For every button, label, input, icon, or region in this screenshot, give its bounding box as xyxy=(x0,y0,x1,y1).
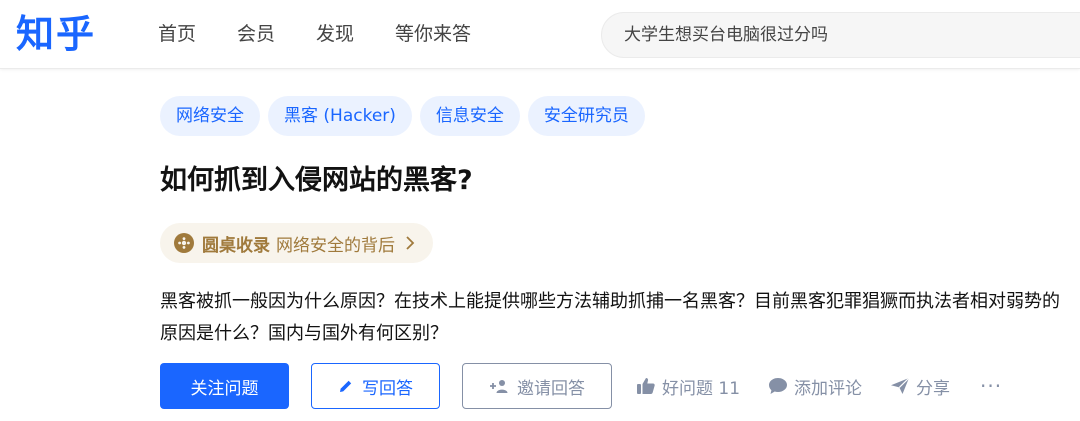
nav-item-membership[interactable]: 会员 xyxy=(237,20,275,48)
roundtable-link[interactable]: 圆桌收录 网络安全的背后 xyxy=(160,223,433,263)
zhihu-logo[interactable]: 知乎 xyxy=(16,10,96,58)
topic-tags: 网络安全 黑客 (Hacker) 信息安全 安全研究员 xyxy=(160,96,653,136)
invite-answer-label: 邀请回答 xyxy=(517,378,585,399)
pencil-icon xyxy=(338,378,354,394)
roundtable-icon xyxy=(174,233,194,253)
more-options-icon[interactable]: ··· xyxy=(980,374,1002,398)
share-label: 分享 xyxy=(916,378,951,399)
topic-tag-information-security[interactable]: 信息安全 xyxy=(419,96,520,136)
good-question-label: 好问题 11 xyxy=(662,378,741,399)
search-input[interactable] xyxy=(624,13,1064,57)
comment-icon xyxy=(768,377,788,395)
nav-item-home[interactable]: 首页 xyxy=(158,20,196,48)
search-box xyxy=(601,12,1080,58)
main-nav: 首页 会员 发现 等你来答 xyxy=(158,20,471,48)
topic-tag-hacker[interactable]: 黑客 (Hacker) xyxy=(268,96,412,136)
follow-question-label: 关注问题 xyxy=(190,378,259,399)
share-button[interactable]: 分享 xyxy=(890,374,950,399)
question-title: 如何抓到入侵网站的黑客? xyxy=(160,165,473,196)
write-answer-label: 写回答 xyxy=(362,378,413,399)
add-comment-label: 添加评论 xyxy=(794,378,863,399)
topic-tag-security-researcher[interactable]: 安全研究员 xyxy=(527,96,645,136)
roundtable-name: 网络安全的背后 xyxy=(276,235,395,256)
nav-item-discover[interactable]: 发现 xyxy=(316,20,354,48)
thumbs-up-icon xyxy=(636,377,656,395)
good-question-button[interactable]: 好问题 11 xyxy=(636,374,740,399)
question-actions: 关注问题 写回答 邀请回答 好问题 11 添加评论 分享 ··· xyxy=(160,363,1002,409)
question-description: 黑客被抓一般因为什么原因？在技术上能提供哪些方法辅助抓捕一名黑客？目前黑客犯罪猖… xyxy=(160,291,1060,344)
chevron-right-icon xyxy=(405,236,415,250)
follow-question-button[interactable]: 关注问题 xyxy=(160,363,289,409)
top-header: 知乎 首页 会员 发现 等你来答 xyxy=(0,0,1080,69)
nav-item-waiting-answers[interactable]: 等你来答 xyxy=(395,20,471,48)
add-user-icon xyxy=(489,378,509,394)
invite-answer-button[interactable]: 邀请回答 xyxy=(462,363,612,409)
add-comment-button[interactable]: 添加评论 xyxy=(768,374,862,399)
roundtable-label: 圆桌收录 xyxy=(202,235,270,256)
write-answer-button[interactable]: 写回答 xyxy=(311,363,440,409)
topic-tag-network-security[interactable]: 网络安全 xyxy=(160,96,260,136)
share-icon xyxy=(890,377,910,395)
